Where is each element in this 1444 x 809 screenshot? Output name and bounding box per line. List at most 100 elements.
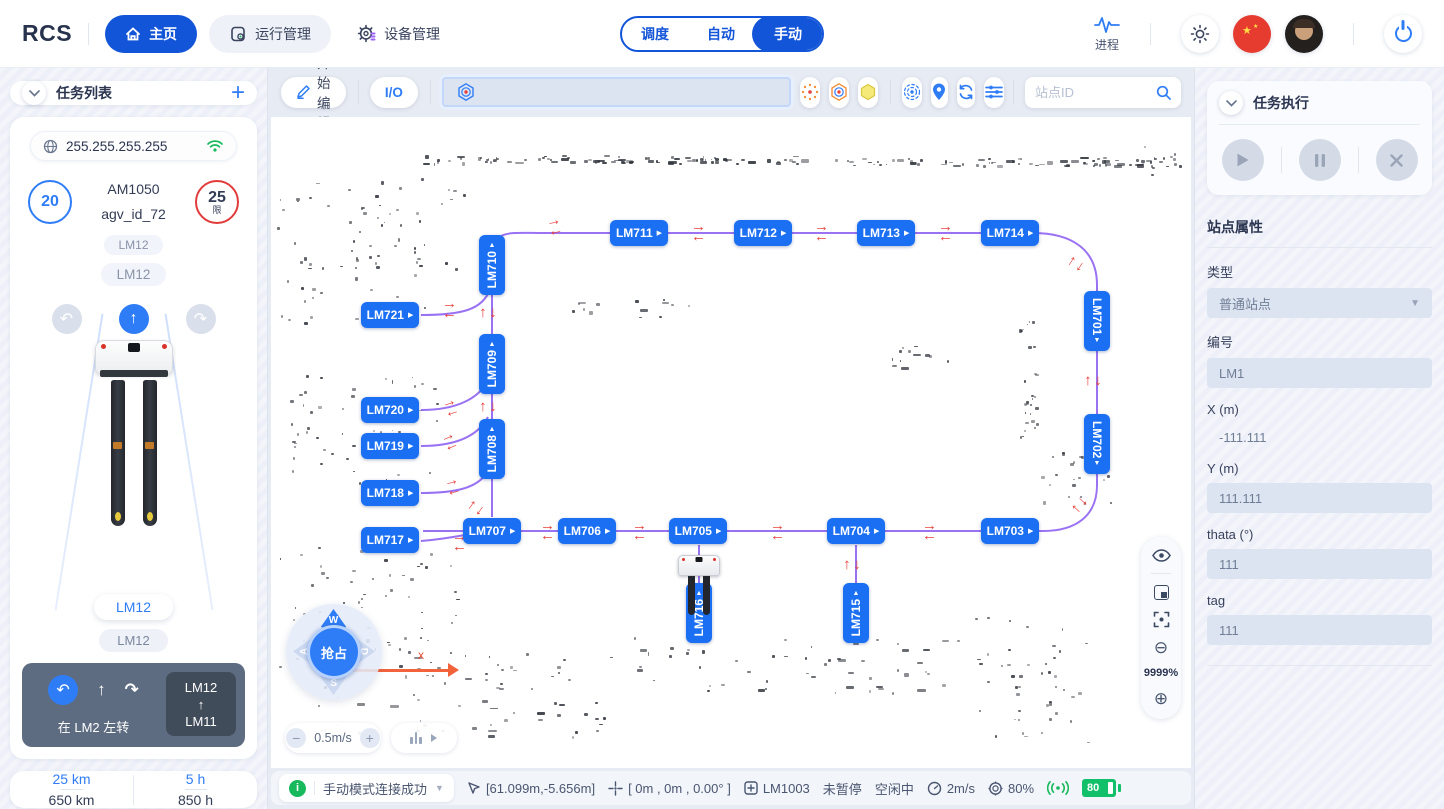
station-search-input[interactable] <box>1035 85 1150 100</box>
nav-home[interactable]: 主页 <box>105 15 197 53</box>
start-edit-button[interactable]: 开始编辑 <box>281 77 346 108</box>
collapse-chevron-icon[interactable] <box>1219 91 1243 115</box>
agv-info-row: 20 AM1050 agv_id_72 25限 <box>22 177 245 227</box>
station-arrow-icon: ▶ <box>510 528 515 535</box>
divider <box>1150 23 1151 45</box>
station-y-input[interactable] <box>1207 483 1432 513</box>
io-button[interactable]: I/O <box>370 77 418 108</box>
eye-icon[interactable] <box>1152 549 1171 562</box>
map-station-LM707[interactable]: LM707▶ <box>463 518 521 544</box>
station-arrow-icon: ▶ <box>657 230 662 237</box>
hours-total: 850 h <box>178 792 213 808</box>
map-station-LM717[interactable]: LM717▶ <box>361 527 419 553</box>
map-station-LM702[interactable]: LM702▼ <box>1084 414 1110 474</box>
go-straight-button[interactable]: ↑ <box>119 304 149 334</box>
map-station-LM705[interactable]: LM705▶ <box>669 518 727 544</box>
refresh-button[interactable] <box>957 77 975 108</box>
map-toolbar: 开始编辑 I/O <box>271 67 1191 117</box>
nav-home-label: 主页 <box>149 24 177 44</box>
field-x: X (m) -111.111 <box>1207 402 1432 447</box>
add-task-button[interactable]: + <box>231 81 245 105</box>
agv-robot-marker[interactable] <box>678 555 720 615</box>
current-station: LM1003 <box>744 781 810 796</box>
map-station-LM713[interactable]: LM713▶ <box>857 220 915 246</box>
zoom-out-button[interactable]: ⊖ <box>1154 639 1168 656</box>
theme-toggle-button[interactable] <box>1181 15 1219 53</box>
process-button[interactable]: 进程 <box>1094 15 1120 53</box>
map-station-LM704[interactable]: LM704▶ <box>827 518 885 544</box>
chevron-down-icon: ▼ <box>1410 298 1420 309</box>
map-station-LM706[interactable]: LM706▶ <box>558 518 616 544</box>
task-pause-button[interactable] <box>1299 139 1341 181</box>
layer-pointcloud-button[interactable] <box>800 77 820 108</box>
station-arrow-icon: ▶ <box>716 528 721 535</box>
seize-control-button[interactable]: 抢占 <box>307 625 361 679</box>
chevron-down-icon: ▼ <box>435 783 444 793</box>
power-icon <box>1395 25 1412 42</box>
map-station-LM720[interactable]: LM720▶ <box>361 397 419 423</box>
speed-minus-button[interactable]: − <box>286 728 306 748</box>
language-flag-button[interactable]: ★★ <box>1233 15 1271 53</box>
search-icon[interactable] <box>1156 85 1171 100</box>
map-station-LM701[interactable]: LM701▼ <box>1084 291 1110 351</box>
task-list-panel: 任务列表 + 255.255.255.255 20 AM1050 agv_id_… <box>0 67 268 809</box>
wifi-icon <box>206 139 224 153</box>
map-station-LM715[interactable]: ▲LM715 <box>843 583 869 643</box>
station-arrow-icon: ▶ <box>408 490 413 497</box>
route-arrow-icon: ↑ <box>198 697 205 712</box>
map-station-LM711[interactable]: LM711▶ <box>610 220 668 246</box>
hexagon-target-orange-icon <box>829 82 849 102</box>
agv-ip-value: 255.255.255.255 <box>66 139 198 154</box>
station-theta-input[interactable] <box>1207 549 1432 579</box>
fork-control[interactable] <box>391 723 457 753</box>
nav-operations[interactable]: 运行管理 <box>209 15 331 53</box>
mode-dispatch[interactable]: 调度 <box>622 18 688 50</box>
map-station-LM718[interactable]: LM718▶ <box>361 480 419 506</box>
station-code-input[interactable] <box>1207 358 1432 388</box>
filter-button[interactable] <box>984 77 1004 108</box>
speed-plus-button[interactable]: + <box>360 728 380 748</box>
map-station-LM710[interactable]: ▲LM710 <box>479 235 505 295</box>
lidar-view-button[interactable] <box>902 77 922 108</box>
layer-area-button[interactable] <box>858 77 878 108</box>
center-focus-icon[interactable] <box>1153 611 1170 628</box>
map-station-LM721[interactable]: LM721▶ <box>361 302 419 328</box>
zoom-in-button[interactable]: ⊕ <box>1154 690 1168 707</box>
layer-stations-button[interactable] <box>442 77 790 107</box>
logout-button[interactable] <box>1384 15 1422 53</box>
map-station-LM714[interactable]: LM714▶ <box>981 220 1039 246</box>
speed-control: − 0.5m/s + <box>285 723 381 753</box>
map-station-LM703[interactable]: LM703▶ <box>981 518 1039 544</box>
user-avatar[interactable] <box>1285 15 1323 53</box>
map-station-LM709[interactable]: ▲LM709 <box>479 334 505 394</box>
map-canvas[interactable]: →←→←→←→←→←→←→←→←→←→←→←→←→←→←→←→←→←→←→←→←… <box>271 117 1191 768</box>
mode-status-dropdown[interactable]: i 手动模式连接成功 ▼ <box>279 774 454 802</box>
task-play-button[interactable] <box>1222 139 1264 181</box>
speed-limit-badge: 25限 <box>195 180 239 224</box>
vehicle-info: AM1050 agv_id_72 <box>72 177 195 227</box>
sun-icon <box>1190 24 1210 44</box>
mode-manual[interactable]: 手动 <box>752 16 824 52</box>
topbar-right: 进程 ★★ <box>1094 15 1422 53</box>
map-station-LM708[interactable]: ▲LM708 <box>479 419 505 479</box>
agv-ip-field[interactable]: 255.255.255.255 <box>30 131 237 161</box>
map-workspace: 开始编辑 I/O <box>268 67 1194 809</box>
hint-straight-icon: ↑ <box>97 680 106 700</box>
field-type: 类型 普通站点 ▼ <box>1207 262 1432 318</box>
locate-button[interactable] <box>931 77 948 108</box>
station-type-select[interactable]: 普通站点 ▼ <box>1207 288 1432 318</box>
mode-auto[interactable]: 自动 <box>688 18 754 50</box>
collapse-chevron-icon[interactable] <box>22 81 46 105</box>
turn-right-button[interactable]: ↷ <box>186 304 216 334</box>
map-station-LM712[interactable]: LM712▶ <box>734 220 792 246</box>
app-logo: RCS <box>22 20 72 47</box>
minimap-toggle-icon[interactable] <box>1154 585 1169 600</box>
map-station-LM719[interactable]: LM719▶ <box>361 433 419 459</box>
nav-devices[interactable]: 设备管理 <box>337 15 460 53</box>
station-tag-input[interactable] <box>1207 615 1432 645</box>
gear-icon <box>357 24 376 43</box>
station-arrow-icon: ▶ <box>1028 230 1033 237</box>
task-cancel-button[interactable] <box>1376 139 1418 181</box>
turn-left-button[interactable]: ↶ <box>52 304 82 334</box>
layer-charge-button[interactable] <box>829 77 849 108</box>
